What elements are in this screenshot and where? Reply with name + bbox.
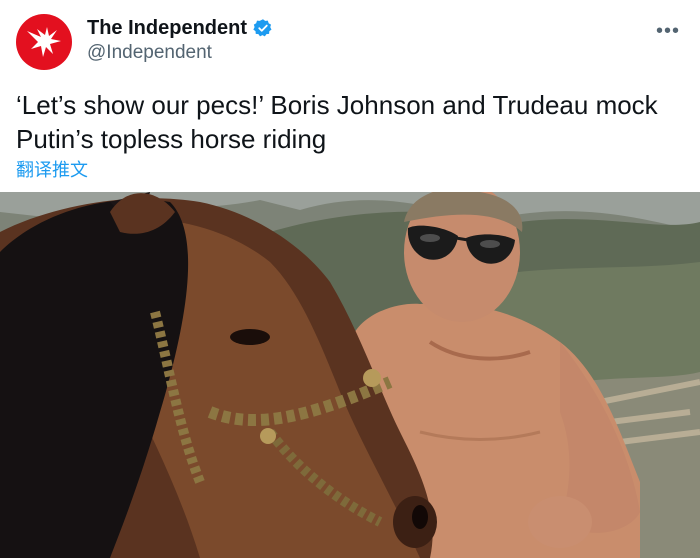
more-options-icon[interactable]: ••• <box>656 20 680 43</box>
account-name-row: The Independent <box>87 16 273 40</box>
tweet-text: ‘Let’s show our pecs!’ Boris Johnson and… <box>16 90 658 154</box>
avatar[interactable] <box>16 14 72 70</box>
tweet-card[interactable]: The Independent @Independent ••• ‘Let’s … <box>0 0 700 558</box>
translate-tweet-link[interactable]: 翻译推文 <box>16 156 88 182</box>
verified-badge-icon <box>253 19 272 37</box>
eagle-logo-icon <box>27 27 61 57</box>
photo-illustration <box>0 192 700 558</box>
tweet-photo[interactable] <box>0 192 700 558</box>
display-name[interactable]: The Independent <box>87 16 247 40</box>
account-handle[interactable]: @Independent <box>87 41 212 65</box>
